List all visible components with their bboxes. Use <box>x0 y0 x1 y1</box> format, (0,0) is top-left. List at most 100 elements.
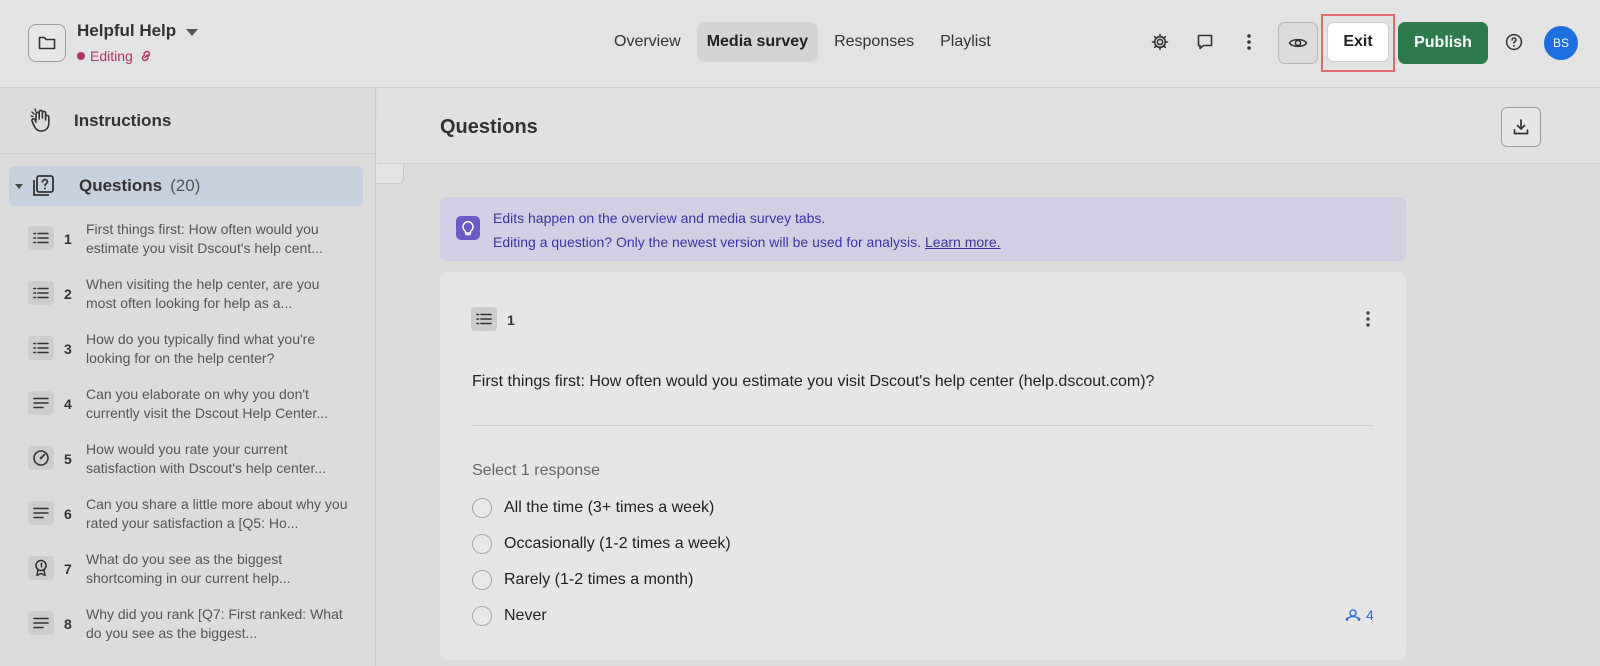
question-number: 7 <box>64 561 72 577</box>
list-icon <box>28 281 54 305</box>
tab-overview[interactable]: Overview <box>604 22 691 62</box>
question-number: 6 <box>64 506 72 522</box>
question-number: 3 <box>64 341 72 357</box>
question-text: How would you rate your current satisfac… <box>86 441 327 476</box>
option-1[interactable]: All the time (3+ times a week) <box>472 496 714 520</box>
list-icon <box>28 336 54 360</box>
tab-media-survey[interactable]: Media survey <box>696 22 819 62</box>
question-number: 1 <box>64 231 72 247</box>
download-button[interactable] <box>1501 107 1541 147</box>
option-2[interactable]: Occasionally (1-2 times a week) <box>472 532 731 556</box>
question-number: 5 <box>64 451 72 467</box>
sidebar-question-8[interactable]: 8 Why did you rank [Q7: First ranked: Wh… <box>0 597 375 652</box>
questions-label: Questions <box>79 176 163 195</box>
project-folder-button[interactable] <box>28 24 66 62</box>
list-icon <box>28 226 54 250</box>
exit-highlight: Exit <box>1321 14 1395 72</box>
top-header: Helpful Help Editing Overview Media surv… <box>0 0 1600 88</box>
exit-button[interactable]: Exit <box>1327 22 1389 62</box>
sidebar: Instructions Questions (20) 1 First thin… <box>0 88 376 666</box>
scale-gauge-icon <box>28 446 54 470</box>
main-nav: Overview Media survey Responses Playlist <box>604 22 1001 62</box>
response-count: 4 <box>1366 607 1374 623</box>
eye-icon <box>1288 38 1308 48</box>
people-icon <box>1345 609 1361 622</box>
list-icon <box>471 307 497 331</box>
status-label: Editing <box>90 48 133 64</box>
link-icon <box>141 50 151 62</box>
question-text: Can you elaborate on why you don't curre… <box>86 386 328 421</box>
question-set-icon <box>33 175 54 196</box>
comments-button[interactable] <box>1189 26 1221 58</box>
questions-list: 1 First things first: How often would yo… <box>0 212 375 652</box>
divider <box>472 425 1374 426</box>
radio-button[interactable] <box>472 606 492 626</box>
sidebar-question-4[interactable]: 4 Can you elaborate on why you don't cur… <box>0 377 375 432</box>
caret-down-icon <box>15 183 23 189</box>
sidebar-question-7[interactable]: 7 What do you see as the biggest shortco… <box>0 542 375 597</box>
question-text: Why did you rank [Q7: First ranked: What… <box>86 606 343 641</box>
sidebar-item-instructions[interactable]: Instructions <box>0 88 375 154</box>
page-title: Questions <box>440 116 538 138</box>
question-text: What do you see as the biggest shortcomi… <box>86 551 291 586</box>
option-4[interactable]: Never <box>472 604 547 628</box>
radio-button[interactable] <box>472 534 492 554</box>
vertical-dots-icon <box>1366 311 1370 327</box>
publish-button[interactable]: Publish <box>1398 22 1488 64</box>
project-title-dropdown[interactable]: Helpful Help <box>77 21 199 41</box>
option-label: Occasionally (1-2 times a week) <box>504 535 731 552</box>
option-label: Never <box>504 607 547 624</box>
avatar[interactable]: BS <box>1544 26 1578 60</box>
question-number: 8 <box>64 616 72 632</box>
questions-count: (20) <box>170 176 201 195</box>
editing-status[interactable]: Editing <box>77 48 154 64</box>
download-icon <box>1513 119 1529 135</box>
instructions-label: Instructions <box>74 110 172 130</box>
tab-responses[interactable]: Responses <box>824 22 924 62</box>
question-text: Can you share a little more about why yo… <box>86 496 348 531</box>
option-label: Rarely (1-2 times a month) <box>504 571 694 588</box>
project-title: Helpful Help <box>77 21 177 40</box>
info-banner: Edits happen on the overview and media s… <box>440 197 1406 261</box>
radio-button[interactable] <box>472 498 492 518</box>
question-number: 2 <box>64 286 72 302</box>
text-lines-icon <box>28 611 54 635</box>
banner-line-1: Edits happen on the overview and media s… <box>493 210 826 226</box>
radio-button[interactable] <box>472 570 492 590</box>
chat-bubble-icon <box>1197 34 1213 50</box>
gear-icon <box>1151 33 1169 51</box>
tab-playlist[interactable]: Playlist <box>930 22 1001 62</box>
ranking-ribbon-icon <box>28 556 54 580</box>
banner-line-2-text: Editing a question? Only the newest vers… <box>493 234 922 250</box>
more-options-button[interactable] <box>1233 26 1265 58</box>
chevron-down-icon <box>186 28 199 36</box>
learn-more-link[interactable]: Learn more. <box>925 234 1000 250</box>
sidebar-item-questions[interactable]: Questions (20) <box>9 166 363 206</box>
sidebar-question-6[interactable]: 6 Can you share a little more about why … <box>0 487 375 542</box>
sidebar-question-5[interactable]: 5 How would you rate your current satisf… <box>0 432 375 487</box>
question-number: 4 <box>64 396 72 412</box>
sidebar-question-2[interactable]: 2 When visiting the help center, are you… <box>0 267 375 322</box>
question-text: First things first: How often would you … <box>472 373 1155 390</box>
preview-button[interactable] <box>1278 22 1318 64</box>
vertical-dots-icon <box>1247 34 1251 50</box>
sidebar-question-3[interactable]: 3 How do you typically find what you're … <box>0 322 375 377</box>
settings-button[interactable] <box>1144 26 1176 58</box>
main-header: Questions <box>377 88 1600 164</box>
lightbulb-icon <box>456 216 480 240</box>
question-number: 1 <box>507 312 515 328</box>
question-more-button[interactable] <box>1356 306 1380 332</box>
question-text: First things first: How often would you … <box>86 221 323 256</box>
help-button[interactable] <box>1498 26 1530 58</box>
status-dot <box>77 52 85 60</box>
option-3[interactable]: Rarely (1-2 times a month) <box>472 568 693 592</box>
folder-icon <box>38 36 56 50</box>
text-lines-icon <box>28 391 54 415</box>
select-hint: Select 1 response <box>472 462 601 479</box>
question-text: When visiting the help center, are you m… <box>86 276 320 311</box>
help-circle-icon <box>1505 33 1523 51</box>
option-label: All the time (3+ times a week) <box>504 499 715 516</box>
response-count-badge[interactable]: 4 <box>1344 607 1374 623</box>
sidebar-question-1[interactable]: 1 First things first: How often would yo… <box>0 212 375 267</box>
banner-line-2: Editing a question? Only the newest vers… <box>493 234 1001 250</box>
